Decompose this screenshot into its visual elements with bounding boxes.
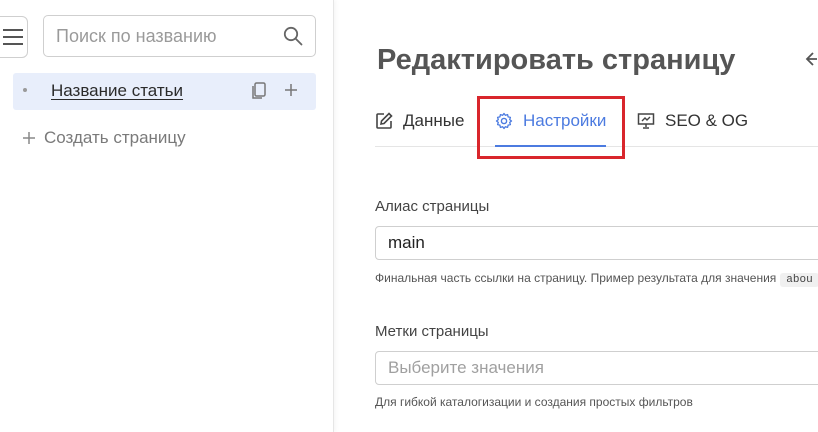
hamburger-icon: [3, 29, 23, 45]
tags-label: Метки страницы: [375, 323, 489, 340]
tags-select[interactable]: [375, 351, 818, 385]
create-page-button[interactable]: Создать страницу: [22, 128, 186, 148]
alias-label: Алиас страницы: [375, 198, 490, 215]
highlight-annotation: [477, 96, 625, 159]
edit-icon: [376, 112, 393, 129]
tree-item-article[interactable]: Название статьи: [13, 73, 316, 110]
alias-hint-code: abou: [780, 273, 818, 287]
copy-icon[interactable]: [251, 82, 267, 100]
tab-seo[interactable]: SEO & OG: [637, 95, 748, 147]
search-box: [43, 15, 316, 57]
tab-data[interactable]: Данные: [375, 95, 464, 147]
search-input[interactable]: [56, 25, 276, 47]
tags-hint: Для гибкой каталогизации и создания прос…: [375, 395, 693, 409]
create-page-label: Создать страницу: [44, 128, 186, 147]
tab-seo-label: SEO & OG: [665, 111, 749, 130]
menu-toggle-button[interactable]: [0, 16, 28, 58]
plus-icon: [23, 132, 35, 144]
tree-bullet: [23, 88, 27, 92]
alias-input[interactable]: [375, 226, 818, 260]
tab-data-label: Данные: [403, 111, 465, 130]
alias-hint-text: Финальная часть ссылки на страницу. Прим…: [375, 271, 777, 285]
back-arrow-icon[interactable]: [805, 50, 818, 68]
presentation-icon: [637, 113, 655, 129]
tree-item-label[interactable]: Название статьи: [51, 81, 183, 101]
page-title: Редактировать страницу: [377, 44, 736, 76]
alias-hint: Финальная часть ссылки на страницу. Прим…: [375, 271, 818, 287]
plus-icon[interactable]: [283, 82, 299, 98]
search-icon[interactable]: [283, 26, 303, 46]
sidebar: Название статьи Создать страницу: [0, 0, 334, 432]
main-content: Редактировать страницу Данные Настройки: [335, 0, 818, 432]
